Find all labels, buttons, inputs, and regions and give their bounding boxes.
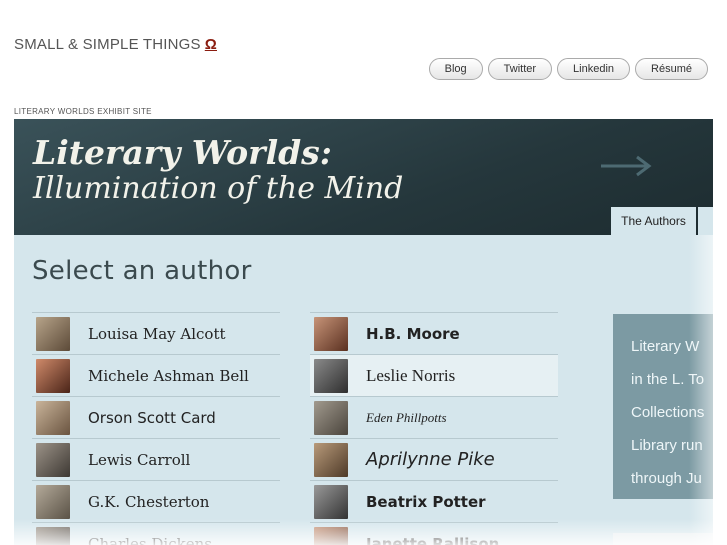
author-row[interactable]: Michele Ashman Bell	[32, 355, 280, 397]
author-name: H.B. Moore	[366, 324, 460, 343]
author-portrait	[36, 316, 70, 351]
banner-title-line2: Illumination of the Mind	[33, 171, 404, 206]
nav-twitter-button[interactable]: Twitter	[487, 58, 553, 80]
author-name: Charles Dickens	[88, 534, 212, 545]
top-nav: Blog Twitter Linkedin Résumé	[428, 58, 708, 80]
author-portrait	[314, 442, 348, 477]
author-portrait	[36, 400, 70, 435]
author-name: Louisa May Alcott	[88, 324, 226, 343]
exhibit-screenshot: Literary Worlds: Illumination of the Min…	[14, 119, 713, 545]
author-name: Aprilynne Pike	[366, 449, 495, 470]
author-name: Eden Phillpotts	[366, 409, 447, 425]
author-row[interactable]: Orson Scott Card	[32, 397, 280, 439]
author-portrait	[36, 358, 70, 393]
author-portrait	[36, 484, 70, 519]
info-line: Library run	[631, 437, 703, 454]
author-portrait	[314, 484, 348, 519]
author-row[interactable]: Lewis Carroll	[32, 439, 280, 481]
nav-blog-button[interactable]: Blog	[428, 58, 483, 80]
author-row[interactable]: Charles Dickens	[32, 523, 280, 545]
nav-linkedin-button[interactable]: Linkedin	[557, 58, 631, 80]
author-portrait	[314, 316, 348, 351]
author-portrait	[314, 358, 348, 393]
section-heading: Select an author	[32, 256, 252, 286]
author-name: Beatrix Potter	[366, 492, 486, 511]
omega-link[interactable]: Ω	[205, 36, 217, 53]
exhibit-banner: Literary Worlds: Illumination of the Min…	[14, 119, 713, 235]
tab-next[interactable]	[698, 207, 713, 235]
author-row[interactable]: H.B. Moore	[310, 313, 558, 355]
author-row[interactable]: Eden Phillpotts	[310, 397, 558, 439]
author-name: Michele Ashman Bell	[88, 366, 249, 385]
author-portrait	[314, 400, 348, 435]
banner-title-line1: Literary Worlds:	[33, 133, 332, 172]
author-portrait	[314, 526, 348, 545]
author-row[interactable]: Janette Rallison	[310, 523, 558, 545]
author-row[interactable]: Louisa May Alcott	[32, 313, 280, 355]
nav-resume-button[interactable]: Résumé	[635, 58, 708, 80]
info-line: Collections	[631, 404, 705, 421]
author-name: Janette Rallison	[366, 534, 500, 545]
author-name: G.K. Chesterton	[88, 492, 210, 511]
image-caption: LITERARY WORLDS EXHIBIT SITE	[14, 107, 152, 116]
author-list-right: H.B. Moore Leslie Norris Eden Phillpotts…	[310, 312, 558, 545]
author-row[interactable]: Leslie Norris	[310, 355, 558, 397]
author-portrait	[36, 526, 70, 545]
author-row[interactable]: Aprilynne Pike	[310, 439, 558, 481]
info-panel-footer	[613, 533, 713, 545]
exhibit-info-panel: Literary W in the L. To Collections Libr…	[613, 314, 713, 499]
author-portrait	[36, 442, 70, 477]
info-line: through Ju	[631, 470, 702, 487]
site-title: SMALL & SIMPLE THINGS Ω	[14, 36, 217, 53]
arrow-decoration-icon	[601, 155, 652, 177]
info-line: Literary W	[631, 338, 700, 355]
author-name: Lewis Carroll	[88, 450, 191, 469]
author-row[interactable]: G.K. Chesterton	[32, 481, 280, 523]
author-row[interactable]: Beatrix Potter	[310, 481, 558, 523]
author-name: Orson Scott Card	[88, 408, 216, 427]
tab-the-authors[interactable]: The Authors	[611, 207, 696, 235]
site-title-text: SMALL & SIMPLE THINGS	[14, 36, 201, 53]
info-line: in the L. To	[631, 371, 705, 388]
author-name: Leslie Norris	[366, 365, 456, 385]
author-list-left: Louisa May Alcott Michele Ashman Bell Or…	[32, 312, 280, 545]
